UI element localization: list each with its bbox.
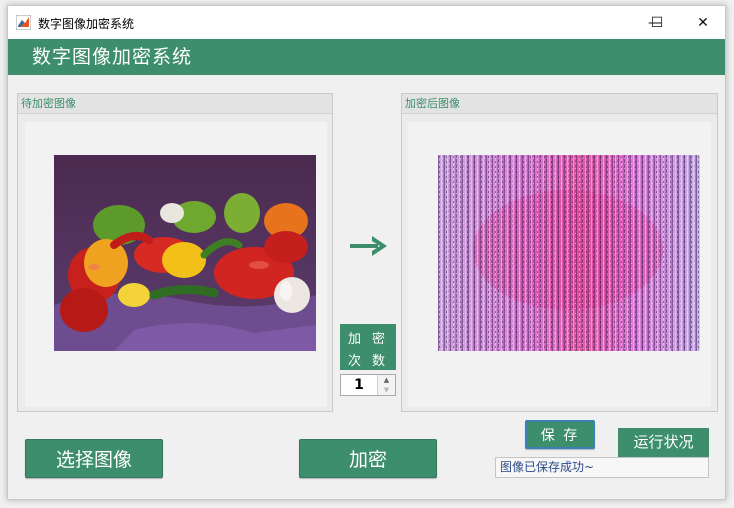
maximize-icon: ☐ — [650, 14, 664, 31]
maximize-button[interactable]: ☐ — [634, 6, 680, 39]
count-label-char-2: 密 — [372, 332, 386, 347]
count-label-char-3: 次 — [348, 354, 362, 369]
right-arrow-icon — [350, 236, 387, 256]
select-image-button[interactable]: 选择图像 — [25, 439, 163, 478]
chevron-down-icon: ▼ — [383, 386, 390, 394]
original-image-panel-title: 待加密图像 — [18, 94, 332, 114]
window-title: 数字图像加密系统 — [38, 17, 135, 31]
run-status-label: 运行状况 — [618, 428, 709, 457]
original-image-axes — [25, 122, 327, 407]
matlab-icon — [16, 15, 31, 30]
encrypted-image — [438, 155, 700, 351]
encrypt-count-value[interactable]: 1 — [341, 375, 377, 395]
spinner-up-button[interactable]: ▲ — [377, 375, 395, 385]
close-icon: ✕ — [697, 14, 709, 31]
count-label-char-1: 加 — [348, 332, 362, 347]
encrypt-count-spinner[interactable]: 1 ▲ ▼ — [340, 374, 396, 396]
encrypt-button[interactable]: 加密 — [299, 439, 437, 478]
original-image — [54, 155, 316, 351]
count-label-char-4: 数 — [372, 354, 386, 369]
title-bar: 数字图像加密系统 — ☐ ✕ — [8, 6, 725, 39]
chevron-up-icon: ▲ — [383, 376, 390, 384]
spinner-down-button[interactable]: ▼ — [377, 385, 395, 395]
header-banner: 数字图像加密系统 — [8, 39, 725, 75]
encrypted-image-axes — [408, 122, 711, 407]
encrypt-count-label: 加 密 次 数 — [340, 324, 396, 370]
close-button[interactable]: ✕ — [680, 6, 726, 39]
save-button[interactable]: 保 存 — [525, 420, 595, 449]
app-window: 数字图像加密系统 — ☐ ✕ 数字图像加密系统 待加密图像 加密后图像 加 密 … — [7, 5, 726, 500]
encrypted-image-panel-title: 加密后图像 — [402, 94, 717, 114]
run-status-message: 图像已保存成功~ — [495, 457, 709, 478]
original-image-panel: 待加密图像 — [17, 93, 333, 412]
encrypted-image-panel: 加密后图像 — [401, 93, 718, 412]
